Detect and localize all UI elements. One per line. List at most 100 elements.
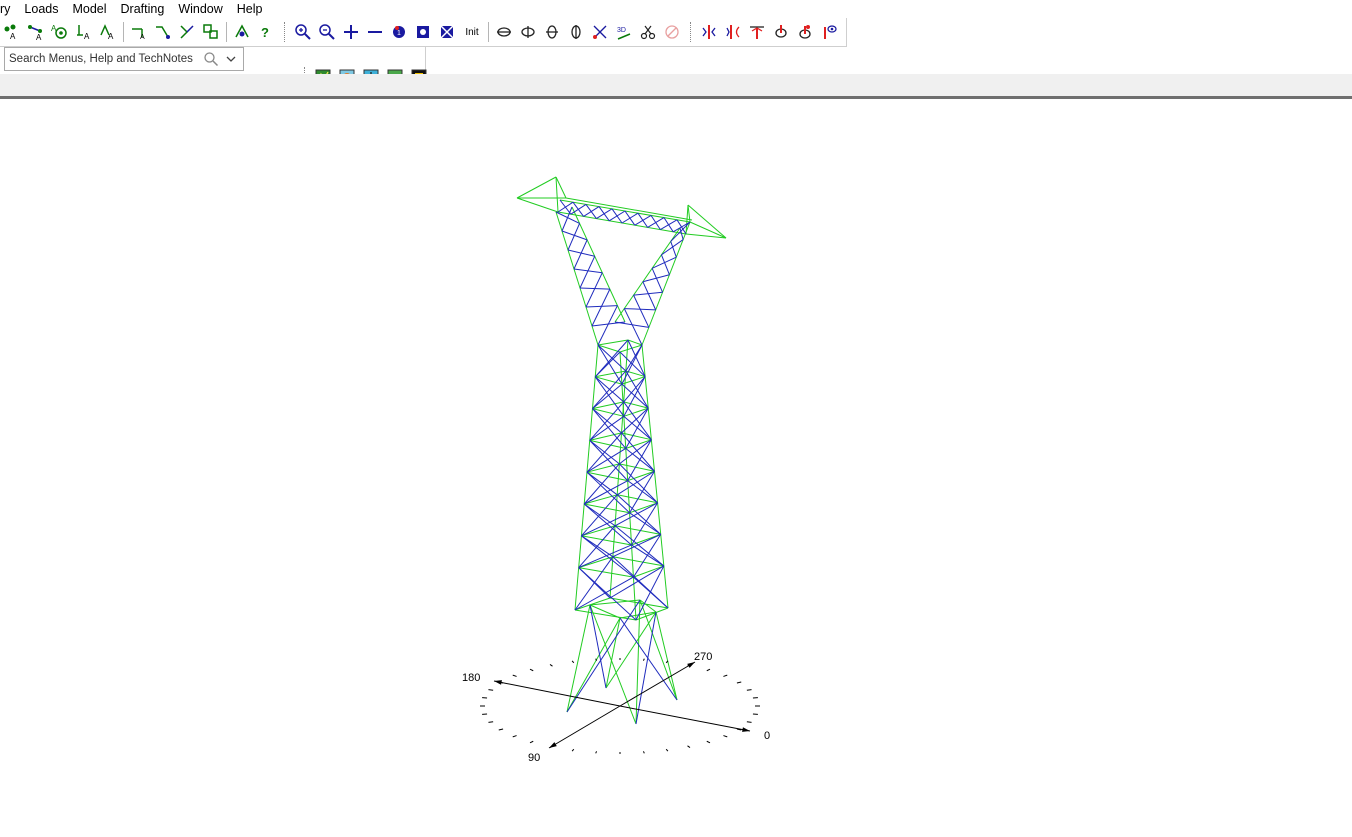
- zoom-window-icon[interactable]: [435, 21, 459, 43]
- tower-brace: [578, 544, 632, 569]
- undo-view-icon[interactable]: [660, 21, 684, 43]
- tower-bracing: [555, 199, 691, 725]
- member-release-icon[interactable]: [151, 21, 175, 43]
- toolbar-separator: [123, 22, 124, 42]
- tower-arm-brace: [585, 272, 603, 308]
- tower-base-leg: [566, 617, 621, 713]
- add-node-icon[interactable]: A: [0, 21, 24, 43]
- crossarm-tip: [687, 204, 727, 239]
- compass-label-0: 0: [764, 730, 770, 742]
- tower-arm-brace: [651, 268, 664, 293]
- view-info-icon[interactable]: 1: [387, 21, 411, 43]
- compass-axis-90-head: [549, 742, 557, 748]
- compass-tick: [746, 721, 752, 723]
- tower-arm-brace: [591, 288, 611, 327]
- compass-tick: [488, 689, 494, 691]
- display-stress-icon[interactable]: [793, 21, 817, 43]
- crossarm-brace: [583, 206, 600, 217]
- compass-label-180: 180: [462, 672, 480, 684]
- menu-query[interactable]: ry: [0, 0, 17, 18]
- zoom-in-icon[interactable]: [291, 21, 315, 43]
- display-deflection-icon[interactable]: [769, 21, 793, 43]
- view-3d-icon[interactable]: [588, 21, 612, 43]
- compass-tick: [723, 674, 728, 677]
- compass-tick: [498, 728, 504, 731]
- crossarm-tip: [516, 176, 557, 199]
- compass-label-90: 90: [528, 752, 540, 764]
- menu-loads[interactable]: Loads: [17, 0, 65, 18]
- toolbar-grip[interactable]: [284, 22, 288, 42]
- compass-axis-180: [493, 680, 621, 707]
- compass-tick: [529, 668, 534, 672]
- zoom-out-icon[interactable]: [315, 21, 339, 43]
- compass-tick: [595, 751, 598, 754]
- tower-base-brace: [566, 599, 641, 713]
- toolbar-grip[interactable]: [690, 22, 694, 42]
- svg-text:A: A: [140, 34, 145, 41]
- display-forces-icon[interactable]: [697, 21, 721, 43]
- compass-axes: [493, 661, 751, 749]
- cut-icon[interactable]: [636, 21, 660, 43]
- svg-text:A: A: [51, 24, 57, 33]
- chevron-down-icon[interactable]: [223, 48, 239, 70]
- tower-ring: [586, 463, 620, 473]
- menu-drafting[interactable]: Drafting: [114, 0, 172, 18]
- tower-brace: [619, 439, 652, 465]
- crossarm-tip: [689, 221, 727, 239]
- view-3d-text-icon[interactable]: 3D: [612, 21, 636, 43]
- tower-brace: [627, 439, 652, 481]
- query-icon[interactable]: ?: [254, 21, 278, 43]
- rotate-z-icon[interactable]: [540, 21, 564, 43]
- connect-icon[interactable]: [175, 21, 199, 43]
- compass-tick: [642, 751, 645, 754]
- tower-arm-brace: [660, 254, 670, 275]
- menu-model[interactable]: Model: [65, 0, 113, 18]
- display-options-icon[interactable]: [817, 21, 841, 43]
- merge-icon[interactable]: [199, 21, 223, 43]
- menu-bar: ry Loads Model Drafting Window Help: [0, 0, 1352, 18]
- display-loads-icon[interactable]: [745, 21, 769, 43]
- compass-tick: [642, 658, 645, 661]
- tower-arm-brace: [579, 256, 596, 289]
- crossarm-brace: [634, 214, 652, 226]
- tower-base-leg: [639, 599, 678, 701]
- rotate-minus-z-icon[interactable]: [564, 21, 588, 43]
- tower-base-leg: [655, 611, 678, 701]
- init-view-button[interactable]: Init: [459, 21, 485, 43]
- tower-arm-leg: [614, 227, 681, 323]
- tower-brace: [574, 576, 634, 611]
- member-end-icon[interactable]: A: [127, 21, 151, 43]
- add-member-icon[interactable]: A: [24, 21, 48, 43]
- compass-label-270: 270: [694, 651, 712, 663]
- main-toolbar: A A A A A A ? 1 Init 3D: [0, 18, 847, 47]
- tower-brace: [631, 502, 659, 546]
- menu-help[interactable]: Help: [230, 0, 270, 18]
- tower-arm-brace: [670, 241, 677, 258]
- assign-icon[interactable]: [230, 21, 254, 43]
- rotate-y-icon[interactable]: [516, 21, 540, 43]
- plus-icon[interactable]: [339, 21, 363, 43]
- add-support-icon[interactable]: A: [48, 21, 72, 43]
- display-moments-icon[interactable]: [721, 21, 745, 43]
- compass-tick: [706, 740, 711, 744]
- add-load-icon[interactable]: A: [72, 21, 96, 43]
- model-viewport[interactable]: 180 270 0 90: [0, 99, 1352, 837]
- compass-tick: [665, 748, 669, 752]
- compass-tick: [723, 735, 728, 738]
- search-input[interactable]: [5, 49, 199, 69]
- tower-arm-brace: [623, 308, 643, 346]
- rotate-x-icon[interactable]: [492, 21, 516, 43]
- tower-arm-leg: [571, 206, 626, 323]
- compass-tick: [488, 721, 494, 723]
- menu-window[interactable]: Window: [171, 0, 229, 18]
- svg-text:A: A: [36, 33, 42, 41]
- tower-arm-brace: [642, 281, 657, 311]
- tower-arm-leg: [555, 211, 599, 346]
- minus-icon[interactable]: [363, 21, 387, 43]
- zoom-extent-icon[interactable]: [411, 21, 435, 43]
- compass-axis-0: [619, 705, 751, 732]
- toolbar-area: A A A A A A ? 1 Init 3D: [0, 18, 1352, 92]
- compass-tick: [512, 674, 517, 677]
- search-icon[interactable]: [199, 48, 223, 70]
- add-label-icon[interactable]: A: [96, 21, 120, 43]
